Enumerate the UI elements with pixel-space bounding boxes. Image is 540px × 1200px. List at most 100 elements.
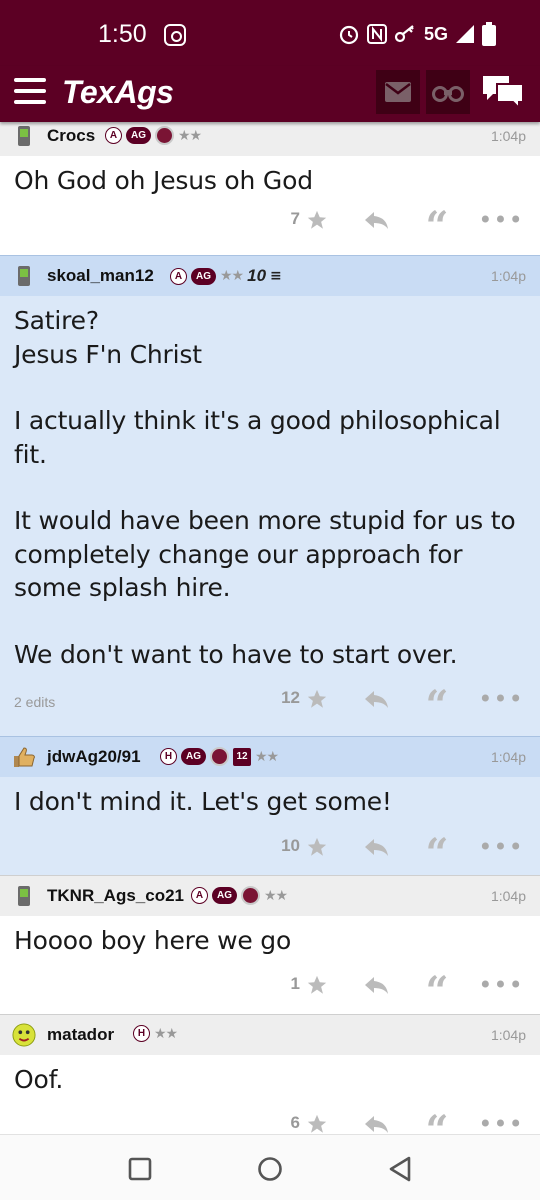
user-badges: A AG ★★ 10 ≡ bbox=[170, 266, 282, 286]
star-icon[interactable] bbox=[302, 1109, 332, 1134]
back-button[interactable] bbox=[384, 1153, 416, 1185]
star-count: 12 bbox=[281, 688, 300, 707]
alarm-icon bbox=[339, 25, 359, 45]
username[interactable]: TKNR_Ags_co21 bbox=[47, 886, 184, 906]
reply-icon[interactable] bbox=[362, 684, 392, 714]
username[interactable]: matador bbox=[47, 1025, 114, 1045]
system-nav-bar bbox=[0, 1134, 540, 1200]
recents-icon bbox=[128, 1157, 152, 1181]
user-badges: A AG ★★ bbox=[105, 126, 202, 145]
quote-icon[interactable]: “ bbox=[422, 970, 452, 1012]
post-header: jdwAg20/91 H AG 12 ★★ 1:04p bbox=[0, 737, 540, 777]
texags-logo[interactable]: TexAgs bbox=[62, 74, 174, 111]
user-badges: H ★★ bbox=[133, 1025, 178, 1042]
post-header: skoal_man12 A AG ★★ 10 ≡ 1:04p bbox=[0, 256, 540, 296]
post-paragraph: I actually think it's a good philosophic… bbox=[14, 406, 509, 469]
badge-a: A bbox=[191, 887, 208, 904]
badge-a: A bbox=[105, 127, 122, 144]
post-paragraph: Oof. bbox=[14, 1065, 64, 1094]
phone-avatar-icon[interactable] bbox=[12, 124, 36, 148]
post-actions: 10 “ ••• bbox=[0, 828, 540, 874]
star-icon[interactable] bbox=[302, 684, 332, 714]
more-options-icon[interactable]: ••• bbox=[478, 970, 522, 1000]
reply-icon[interactable] bbox=[362, 832, 392, 862]
mail-button[interactable] bbox=[376, 70, 420, 114]
badge-a: A bbox=[170, 267, 187, 285]
binoculars-icon bbox=[432, 86, 464, 102]
user-badges: A AG ★★ bbox=[191, 886, 288, 905]
badge-10: 10 bbox=[247, 266, 267, 285]
reply-icon[interactable] bbox=[362, 1109, 392, 1134]
back-icon bbox=[389, 1156, 411, 1182]
star-count: 10 bbox=[281, 836, 300, 855]
post-actions: 7 “ ••• bbox=[0, 201, 540, 247]
username[interactable]: jdwAg20/91 bbox=[47, 747, 141, 767]
more-options-icon[interactable]: ••• bbox=[478, 1109, 522, 1134]
star-icon[interactable] bbox=[302, 832, 332, 862]
reply-icon[interactable] bbox=[362, 970, 392, 1000]
post-paragraph: It would have been more stupid for us to… bbox=[14, 506, 524, 602]
star-icon[interactable] bbox=[302, 205, 332, 235]
post: skoal_man12 A AG ★★ 10 ≡ 1:04p Satire? J… bbox=[0, 255, 540, 736]
key-icon bbox=[394, 25, 414, 43]
post-paragraph: Oh God oh Jesus oh God bbox=[14, 166, 313, 195]
phone-avatar-icon[interactable] bbox=[12, 884, 36, 908]
username[interactable]: skoal_man12 bbox=[47, 266, 154, 286]
post-body: Oof. bbox=[0, 1055, 540, 1097]
phone-avatar-icon[interactable] bbox=[12, 264, 36, 288]
post-header: matador H ★★ 1:04p bbox=[0, 1015, 540, 1055]
quote-icon[interactable]: “ bbox=[422, 205, 452, 247]
post: jdwAg20/91 H AG 12 ★★ 1:04p I don't mind… bbox=[0, 736, 540, 875]
badge-h: H bbox=[133, 1025, 150, 1042]
username[interactable]: Crocs bbox=[47, 126, 95, 146]
post-paragraph: Hoooo boy here we go bbox=[14, 926, 292, 955]
quote-icon[interactable]: “ bbox=[422, 684, 452, 726]
badge-ag: AG bbox=[191, 267, 216, 285]
star-count: 1 bbox=[290, 974, 300, 993]
post-time: 1:04p bbox=[490, 268, 526, 284]
post-header: Crocs A AG ★★ 1:04p bbox=[0, 122, 540, 156]
recents-button[interactable] bbox=[124, 1153, 156, 1185]
stars-badge-icon: ★★ bbox=[255, 748, 279, 765]
battery-icon bbox=[482, 22, 497, 46]
post: Crocs A AG ★★ 1:04p Oh God oh Jesus oh G… bbox=[0, 122, 540, 254]
home-icon bbox=[258, 1157, 282, 1181]
stars-badge-icon: ★★ bbox=[264, 887, 288, 904]
post-body: Oh God oh Jesus oh God bbox=[0, 156, 540, 198]
seal-badge-icon bbox=[241, 886, 260, 905]
reply-icon[interactable] bbox=[362, 205, 392, 235]
status-icons: 5G bbox=[338, 22, 497, 46]
smiley-avatar-icon[interactable] bbox=[12, 1023, 36, 1047]
post-actions: 2 edits 12 “ ••• bbox=[0, 680, 540, 726]
app-header: TexAgs bbox=[0, 66, 540, 122]
mail-icon bbox=[385, 82, 411, 102]
thumbs-up-avatar-icon[interactable] bbox=[12, 745, 36, 769]
badge-h: H bbox=[160, 748, 177, 765]
home-button[interactable] bbox=[254, 1153, 286, 1185]
status-bar: 1:50 5G bbox=[0, 0, 540, 66]
chat-button[interactable] bbox=[478, 70, 528, 114]
post-actions: 1 “ ••• bbox=[0, 966, 540, 1012]
binoculars-button[interactable] bbox=[426, 70, 470, 114]
post-paragraph: We don't want to have to start over. bbox=[14, 639, 458, 669]
thread-feed[interactable]: Crocs A AG ★★ 1:04p Oh God oh Jesus oh G… bbox=[0, 122, 540, 1134]
stars-badge-icon: ★★ bbox=[220, 268, 244, 284]
seal-badge-icon bbox=[210, 747, 229, 766]
menu-button[interactable] bbox=[14, 78, 46, 106]
user-badges: H AG 12 ★★ bbox=[160, 747, 279, 766]
post: matador H ★★ 1:04p Oof. 6 “ ••• bbox=[0, 1014, 540, 1134]
post-body: Hoooo boy here we go bbox=[0, 916, 540, 958]
quote-icon[interactable]: “ bbox=[422, 832, 452, 874]
edits-count[interactable]: 2 edits bbox=[14, 694, 55, 710]
post-time: 1:04p bbox=[490, 128, 526, 144]
more-options-icon[interactable]: ••• bbox=[478, 205, 522, 235]
post-time: 1:04p bbox=[490, 1027, 526, 1043]
chat-icon bbox=[483, 76, 524, 110]
seal-badge-icon bbox=[155, 126, 174, 145]
more-options-icon[interactable]: ••• bbox=[478, 832, 522, 862]
stars-badge-icon: ★★ bbox=[178, 127, 202, 144]
star-icon[interactable] bbox=[302, 970, 332, 1000]
nfc-icon bbox=[367, 24, 387, 44]
more-options-icon[interactable]: ••• bbox=[478, 684, 522, 714]
quote-icon[interactable]: “ bbox=[422, 1109, 452, 1135]
